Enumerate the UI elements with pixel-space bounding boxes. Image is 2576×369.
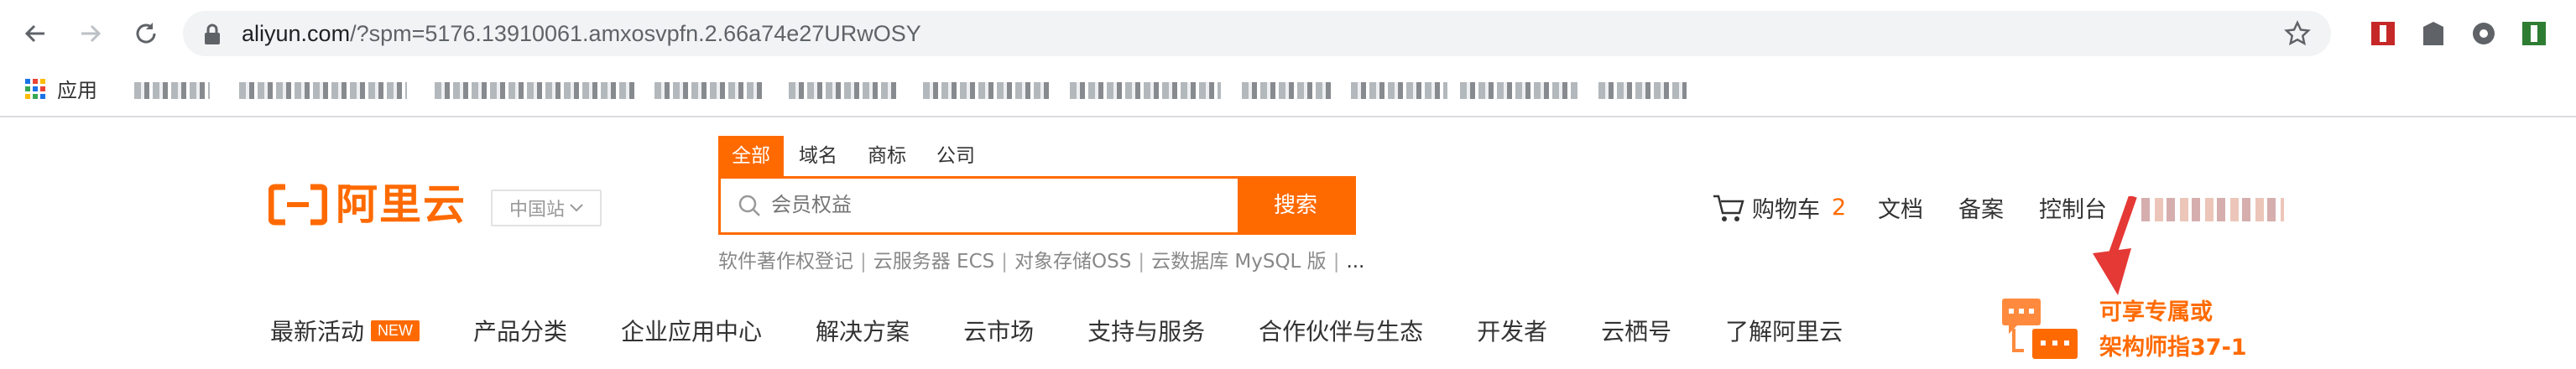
extension-icon-3[interactable] (2467, 17, 2500, 50)
promo-line-2: 架构师指37-1 (2099, 335, 2247, 361)
nav-item-developers[interactable]: 开发者 (1477, 314, 1547, 347)
bookmark-item[interactable] (435, 82, 636, 99)
hot-link[interactable]: 对象存储OSS (1014, 251, 1131, 273)
search-button[interactable]: 搜索 (1238, 179, 1353, 232)
bookmark-item[interactable] (654, 82, 764, 99)
region-selector[interactable]: 中国站 (491, 190, 602, 226)
aliyun-header: 阿里云 中国站 全部 域名 商标 公司 搜索 软件著作权登记 | 云服务器 ECS |… (0, 119, 2576, 367)
bookmark-item[interactable] (239, 82, 407, 99)
nav-item-market[interactable]: 云市场 (963, 314, 1034, 347)
bookmark-item[interactable] (923, 82, 1049, 99)
bookmark-item[interactable] (1598, 82, 1687, 99)
address-bar[interactable]: aliyun.com/?spm=5176.13910061.amxosvpfn.… (183, 11, 2331, 56)
chevron-down-icon (570, 204, 583, 212)
extension-icon-4[interactable] (2517, 17, 2551, 50)
hot-link[interactable]: 云服务器 ECS (873, 251, 995, 273)
shopping-cart-icon (1713, 195, 1744, 221)
nav-item-products[interactable]: 产品分类 (473, 314, 567, 347)
aliyun-logo-icon (269, 184, 327, 226)
separator: | (1001, 251, 1009, 273)
nav-item-enterprise[interactable]: 企业应用中心 (621, 314, 762, 347)
back-button[interactable] (17, 15, 54, 52)
lock-icon (205, 23, 220, 44)
hot-link[interactable]: 云数据库 MySQL 版 (1151, 251, 1327, 273)
cart-label: 购物车 (1752, 197, 1820, 223)
main-nav: 最新活动 NEW 产品分类 企业应用中心 解决方案 云市场 支持与服务 合作伙伴与… (270, 314, 1896, 347)
bookmark-item[interactable] (789, 82, 898, 99)
nav-item-support[interactable]: 支持与服务 (1087, 314, 1205, 347)
search-input[interactable] (771, 179, 1233, 232)
aliyun-logo[interactable]: 阿里云 (269, 179, 467, 230)
extension-icon-1[interactable] (2366, 17, 2400, 50)
bookmark-item[interactable] (1070, 82, 1221, 99)
search-icon (738, 195, 760, 216)
url-host: aliyun.com (242, 21, 351, 46)
search-tab-domain[interactable]: 域名 (784, 136, 853, 176)
arrow-left-icon (24, 24, 44, 43)
reload-icon (136, 23, 156, 44)
forward-button[interactable] (72, 15, 109, 52)
record-link[interactable]: 备案 (1958, 191, 2004, 224)
nav-item-partners[interactable]: 合作伙伴与生态 (1259, 314, 1423, 347)
reload-button[interactable] (128, 15, 164, 52)
nav-item-solutions[interactable]: 解决方案 (816, 314, 910, 347)
logo-text: 阿里云 (336, 180, 467, 229)
search-tab-all[interactable]: 全部 (718, 136, 784, 176)
nav-label: 最新活动 (270, 318, 365, 346)
region-label: 中国站 (508, 200, 565, 221)
apps-grid-icon (25, 78, 45, 99)
nav-item-latest[interactable]: 最新活动 NEW (270, 314, 420, 347)
chat-bubbles-icon (2002, 299, 2078, 359)
new-badge: NEW (371, 320, 420, 341)
url-text: aliyun.com/?spm=5176.13910061.amxosvpfn.… (242, 19, 921, 48)
bookmark-star-icon[interactable] (2284, 20, 2311, 47)
search-tab-company[interactable]: 公司 (921, 136, 990, 176)
browser-toolbar: aliyun.com/?spm=5176.13910061.amxosvpfn.… (0, 0, 2576, 67)
user-account[interactable] (2141, 198, 2284, 221)
bookmark-item[interactable] (1242, 82, 1334, 99)
nav-item-about[interactable]: 了解阿里云 (1725, 314, 1843, 347)
search-box: 搜索 (718, 176, 1356, 235)
arrow-right-icon (81, 24, 102, 43)
cart-link[interactable]: 购物车 2 (1712, 191, 1846, 224)
separator: | (1138, 251, 1145, 273)
apps-label: 应用 (57, 79, 97, 102)
bookmark-item[interactable] (1460, 82, 1577, 99)
cart-count: 2 (1832, 195, 1847, 221)
bookmarks-bar: 应用 (0, 67, 2576, 117)
url-path: /?spm=5176.13910061.amxosvpfn.2.66a74e27… (350, 21, 921, 46)
docs-link[interactable]: 文档 (1878, 191, 1923, 224)
hot-search-links: 软件著作权登记 | 云服务器 ECS | 对象存储OSS | 云数据库 MySQL 版 |..… (718, 245, 1364, 273)
search-tabs: 全部 域名 商标 公司 (718, 136, 990, 176)
bookmark-item[interactable] (1351, 82, 1447, 99)
hot-more[interactable]: ... (1346, 251, 1364, 273)
hot-link[interactable]: 软件著作权登记 (718, 251, 853, 273)
promo-banner[interactable]: 可享专属或 架构师指37-1 (1999, 295, 2267, 367)
extension-icon-2[interactable] (2417, 17, 2450, 50)
separator: | (1332, 251, 1340, 273)
apps-bookmark[interactable]: 应用 (25, 74, 97, 103)
bookmark-item[interactable] (134, 82, 210, 99)
promo-text: 可享专属或 架构师指37-1 (2099, 295, 2247, 366)
nav-item-yunqi[interactable]: 云栖号 (1601, 314, 1671, 347)
search-tab-trademark[interactable]: 商标 (853, 136, 921, 176)
promo-line-1: 可享专属或 (2099, 299, 2213, 325)
annotation-arrow-icon (2093, 196, 2137, 295)
separator: | (860, 251, 867, 273)
